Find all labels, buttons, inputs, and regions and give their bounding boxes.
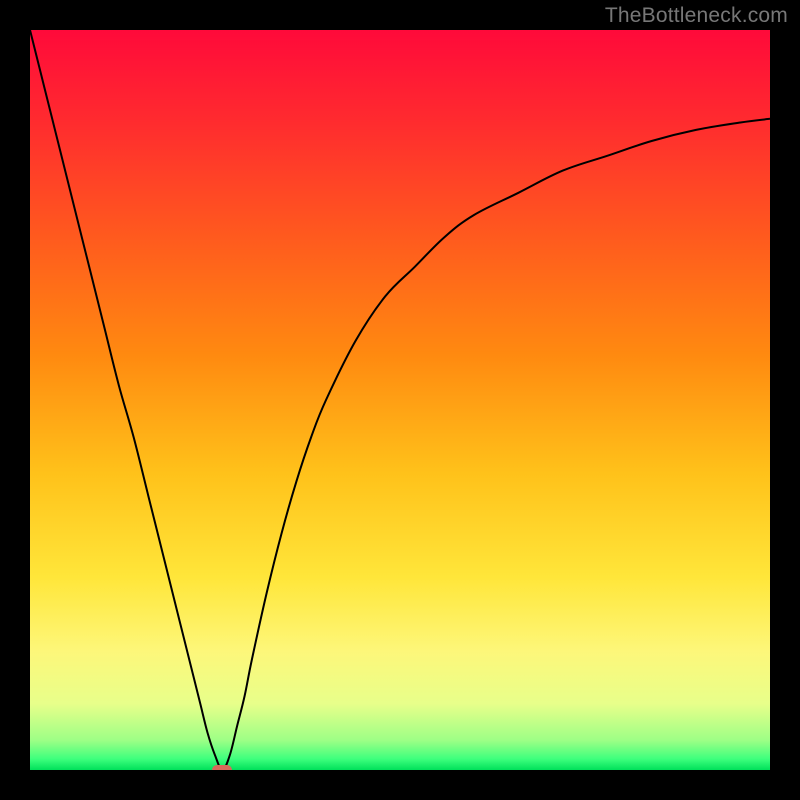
chart-frame: TheBottleneck.com bbox=[0, 0, 800, 800]
plot-area bbox=[30, 30, 770, 770]
minimum-marker bbox=[212, 765, 232, 770]
watermark-text: TheBottleneck.com bbox=[605, 4, 788, 28]
background-gradient bbox=[30, 30, 770, 770]
